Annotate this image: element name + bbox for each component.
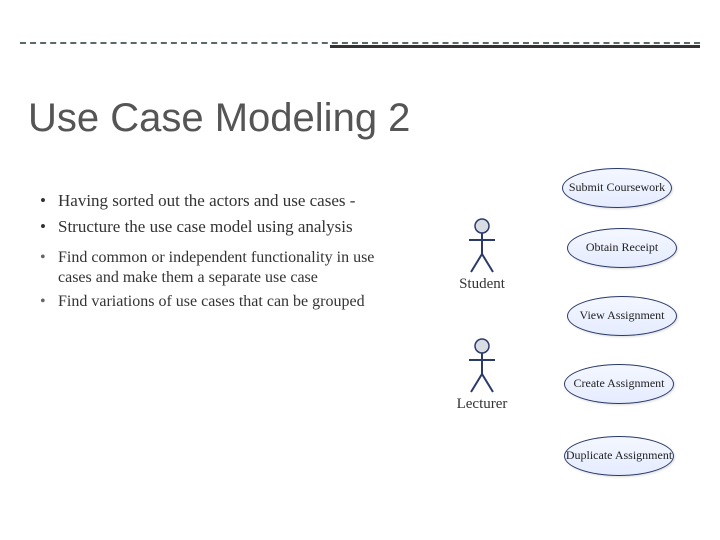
actor-lecturer-label: Lecturer <box>452 396 512 413</box>
usecase-submit-coursework: Submit Coursework <box>562 168 672 208</box>
usecase-view-assignment: View Assignment <box>567 296 677 336</box>
actor-lecturer: Lecturer <box>452 338 512 413</box>
stick-figure-icon <box>465 218 499 274</box>
usecase-duplicate-assignment: Duplicate Assignment <box>564 436 674 476</box>
actor-student: Student <box>452 218 512 293</box>
sub-bullet-2: Find variations of use cases that can be… <box>40 292 380 312</box>
usecase-obtain-receipt: Obtain Receipt <box>567 228 677 268</box>
bullet-2: Structure the use case model using analy… <box>40 216 380 238</box>
sub-bullet-1: Find common or independent functionality… <box>40 248 380 289</box>
slide-title: Use Case Modeling 2 <box>28 96 410 141</box>
actor-student-label: Student <box>452 276 512 293</box>
stick-figure-icon <box>465 338 499 394</box>
header-rule <box>20 42 700 48</box>
bullet-1: Having sorted out the actors and use cas… <box>40 190 380 212</box>
usecase-create-assignment: Create Assignment <box>564 364 674 404</box>
use-case-diagram: Student Lecturer Submit Coursework Obtai… <box>412 168 692 498</box>
body-text: Having sorted out the actors and use cas… <box>40 190 380 317</box>
